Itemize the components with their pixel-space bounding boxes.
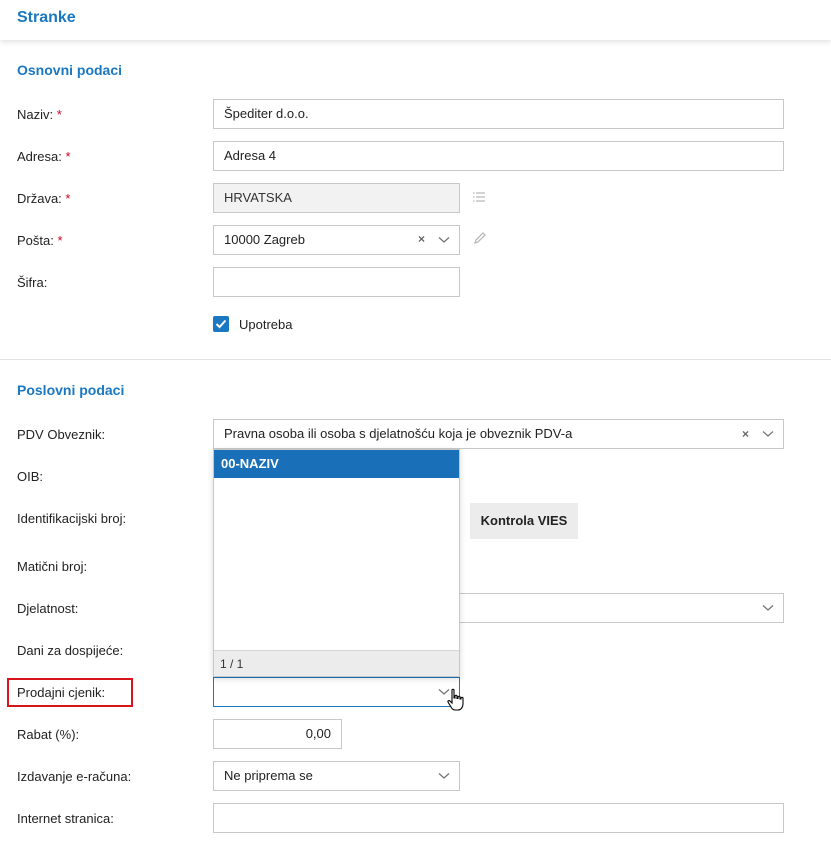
- checkmark-icon: [215, 319, 227, 329]
- pdv-label: PDV Obveznik:: [17, 427, 106, 442]
- posta-value: 10000 Zagreb: [224, 232, 305, 247]
- highlight-box: [7, 678, 133, 707]
- oib-label: OIB:: [17, 469, 44, 484]
- chevron-down-icon[interactable]: [438, 236, 450, 244]
- posta-label: Pošta: *: [17, 233, 63, 248]
- izdavanje-value: Ne priprema se: [224, 768, 313, 783]
- sifra-input[interactable]: [213, 267, 460, 297]
- internet-label: Internet stranica:: [17, 811, 114, 826]
- section-title-basic: Osnovni podaci: [17, 62, 123, 78]
- dropdown-option[interactable]: 00-NAZIV: [214, 450, 459, 478]
- hand-cursor-icon: [447, 688, 464, 711]
- prodajni-cjenik-select[interactable]: [213, 677, 460, 707]
- izdavanje-select[interactable]: Ne priprema se: [213, 761, 460, 791]
- dani-label: Dani za dospijeće:: [17, 643, 124, 658]
- clear-icon[interactable]: ×: [418, 232, 425, 246]
- sifra-label: Šifra:: [17, 275, 48, 290]
- required-marker: *: [65, 191, 71, 206]
- section-divider: [0, 359, 831, 360]
- dropdown-pager: 1 / 1: [214, 650, 459, 676]
- adresa-input[interactable]: Adresa 4: [213, 141, 784, 171]
- prodajni-cjenik-dropdown: 00-NAZIV 1 / 1: [213, 449, 460, 677]
- adresa-label: Adresa: *: [17, 149, 71, 164]
- required-marker: *: [57, 233, 63, 248]
- chevron-down-icon[interactable]: [762, 604, 774, 612]
- chevron-down-icon[interactable]: [762, 430, 774, 438]
- kontrola-vies-button[interactable]: Kontrola VIES: [470, 503, 578, 539]
- identifikacijski-label: Identifikacijski broj:: [17, 511, 127, 526]
- list-icon[interactable]: [472, 190, 486, 206]
- page-title: Stranke: [17, 9, 76, 26]
- djelatnost-label: Djelatnost:: [17, 601, 79, 616]
- clear-icon[interactable]: ×: [742, 427, 749, 441]
- naziv-input[interactable]: Špediter d.o.o.: [213, 99, 784, 129]
- drzava-label: Država: *: [17, 191, 71, 206]
- izdavanje-label: Izdavanje e-računa:: [17, 769, 132, 784]
- internet-input[interactable]: [213, 803, 784, 833]
- upotreba-label: Upotreba: [239, 317, 293, 332]
- rabat-input[interactable]: 0,00: [213, 719, 342, 749]
- required-marker: *: [56, 107, 62, 122]
- rabat-label: Rabat (%):: [17, 727, 80, 742]
- page-header: Stranke: [0, 0, 831, 40]
- pdv-select[interactable]: Pravna osoba ili osoba s djelatnošću koj…: [213, 419, 784, 449]
- chevron-down-icon[interactable]: [438, 772, 450, 780]
- upotreba-checkbox[interactable]: [213, 316, 229, 332]
- pencil-icon[interactable]: [473, 231, 487, 248]
- section-title-business: Poslovni podaci: [17, 382, 125, 398]
- naziv-label: Naziv: *: [17, 107, 62, 122]
- pdv-value: Pravna osoba ili osoba s djelatnošću koj…: [224, 426, 573, 441]
- drzava-input: HRVATSKA: [213, 183, 460, 213]
- required-marker: *: [65, 149, 71, 164]
- maticni-label: Matični broj:: [17, 559, 88, 574]
